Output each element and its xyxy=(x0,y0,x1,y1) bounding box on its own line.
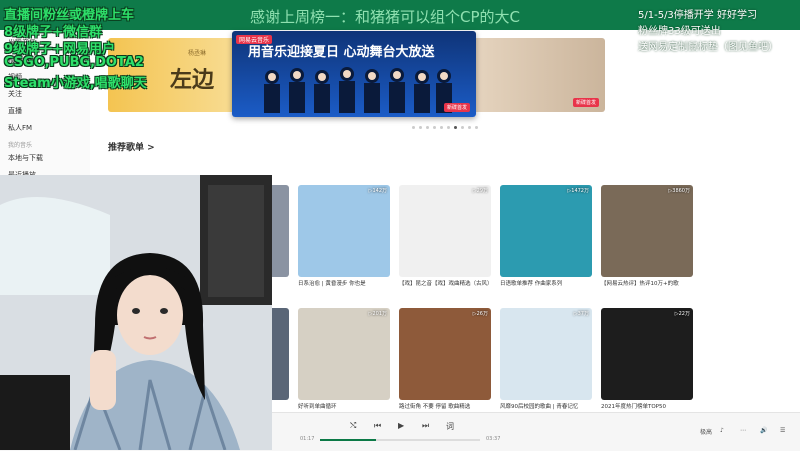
progress-bar[interactable] xyxy=(320,439,480,441)
banner-tag: 新碟首发 xyxy=(572,98,599,107)
banner-left-artist: 杨丞琳 xyxy=(188,50,207,57)
playlist-cover[interactable]: ▷26万 xyxy=(399,308,491,400)
playlist-cover[interactable]: ▷22万 xyxy=(601,308,693,400)
overlay-line-right: 送网易定制鼠标垫（图见鱼吧） xyxy=(638,42,778,53)
banner-title: 用音乐迎接夏日 心动舞台大放送 xyxy=(248,45,435,60)
play-count: ▷22万 xyxy=(674,311,690,317)
streamer-image xyxy=(0,175,272,450)
overlay-line-right: 5/1-5/3停播开学 好好学习 xyxy=(638,10,757,21)
playlist-caption[interactable]: 日语歌单推荐 作曲家系列 xyxy=(500,281,592,288)
play-count: ▷3860万 xyxy=(668,188,690,194)
banner-dot[interactable] xyxy=(440,126,443,129)
overlay-line: Steam小游戏,唱歌聊天 xyxy=(4,76,147,91)
playlist-cover[interactable]: ▷201万 xyxy=(298,308,390,400)
playlist-cover[interactable]: ▷37万 xyxy=(500,308,592,400)
playlist-caption[interactable]: 风靡90后校园的歌曲 | 青春记忆 xyxy=(500,404,592,411)
webcam-overlay xyxy=(0,175,272,450)
playlist-caption[interactable]: 日系治愈 | 黄昏漫步 你也是 xyxy=(298,281,390,288)
play-count: ▷1472万 xyxy=(567,188,589,194)
playlist-caption[interactable]: 好听到单曲循环 xyxy=(298,404,390,411)
playlist-caption[interactable]: 2021年度热门榜单TOP50 xyxy=(601,404,693,411)
banner-dot[interactable] xyxy=(412,126,415,129)
play-count: ▷142万 xyxy=(368,188,387,194)
play-count: ▷26万 xyxy=(472,311,488,317)
stream-scroll-text: 感谢上周榜一：和猪猪可以组个CP的大C xyxy=(250,8,520,26)
playlist-cover[interactable]: ▷29万 xyxy=(399,185,491,277)
shuffle-icon[interactable]: ⤭ xyxy=(350,421,356,431)
banner-dot[interactable] xyxy=(454,126,457,129)
overlay-line-right: 粉丝牌33级可送出 xyxy=(638,26,721,37)
section-title[interactable]: 推荐歌单 > xyxy=(108,140,155,153)
playlist-icon[interactable]: ☰ xyxy=(780,427,785,434)
banner-left-title: 左边 xyxy=(170,68,215,93)
playlist-cover[interactable]: ▷142万 xyxy=(298,185,390,277)
banner-center[interactable]: 网易云音乐 用音乐迎接夏日 心动舞台大放送 新碟首发 xyxy=(232,31,476,117)
time-total: 03:37 xyxy=(486,436,501,442)
play-count: ▷29万 xyxy=(472,188,488,194)
time-current: 01:17 xyxy=(300,436,315,442)
banner-right[interactable]: 新碟首发 xyxy=(460,38,605,112)
playlist-caption[interactable]: 【网易云热评】热评10万+的歌 xyxy=(601,281,693,288)
overlay-line: CSGO,PUBG,DOTA2 xyxy=(4,55,144,70)
playlist-cover[interactable]: ▷3860万 xyxy=(601,185,693,277)
sidebar-heading: 我的音乐 xyxy=(8,142,33,149)
sidebar-item[interactable]: 本地与下载 xyxy=(8,153,43,163)
banner-dot[interactable] xyxy=(461,126,464,129)
banner-dot[interactable] xyxy=(419,126,422,129)
play-icon[interactable]: ▶ xyxy=(398,421,404,430)
sidebar-item[interactable]: 私人FM xyxy=(8,123,32,133)
play-count: ▷201万 xyxy=(368,311,387,317)
playlist-cover[interactable]: ▷1472万 xyxy=(500,185,592,277)
banner-dot[interactable] xyxy=(426,126,429,129)
sidebar-item[interactable]: 直播 xyxy=(8,106,22,116)
effects-icon[interactable]: ♪ xyxy=(720,427,724,434)
banner-dot[interactable] xyxy=(447,126,450,129)
lyrics-icon[interactable]: 词 xyxy=(446,421,454,432)
quality-button[interactable]: 极高 xyxy=(700,427,712,436)
volume-icon[interactable]: 🔊 xyxy=(760,427,767,434)
progress-fill xyxy=(320,439,376,441)
playlist-caption[interactable]: 【戏】昆之音【戏】戏曲精选（古风） xyxy=(399,281,493,288)
playlist-caption[interactable]: 路过街角 不要 停留 歌曲精选 xyxy=(399,404,491,411)
banner-dot[interactable] xyxy=(433,126,436,129)
banner-center-tag: 新碟首发 xyxy=(443,103,470,112)
play-count: ▷37万 xyxy=(573,311,589,317)
banner-artists-image xyxy=(264,67,452,113)
prev-icon[interactable]: ⏮ xyxy=(374,421,381,431)
more-icon[interactable]: ⋯ xyxy=(740,427,746,434)
banner-dot[interactable] xyxy=(475,126,478,129)
next-icon[interactable]: ⏭ xyxy=(422,421,429,431)
banner-dot[interactable] xyxy=(468,126,471,129)
